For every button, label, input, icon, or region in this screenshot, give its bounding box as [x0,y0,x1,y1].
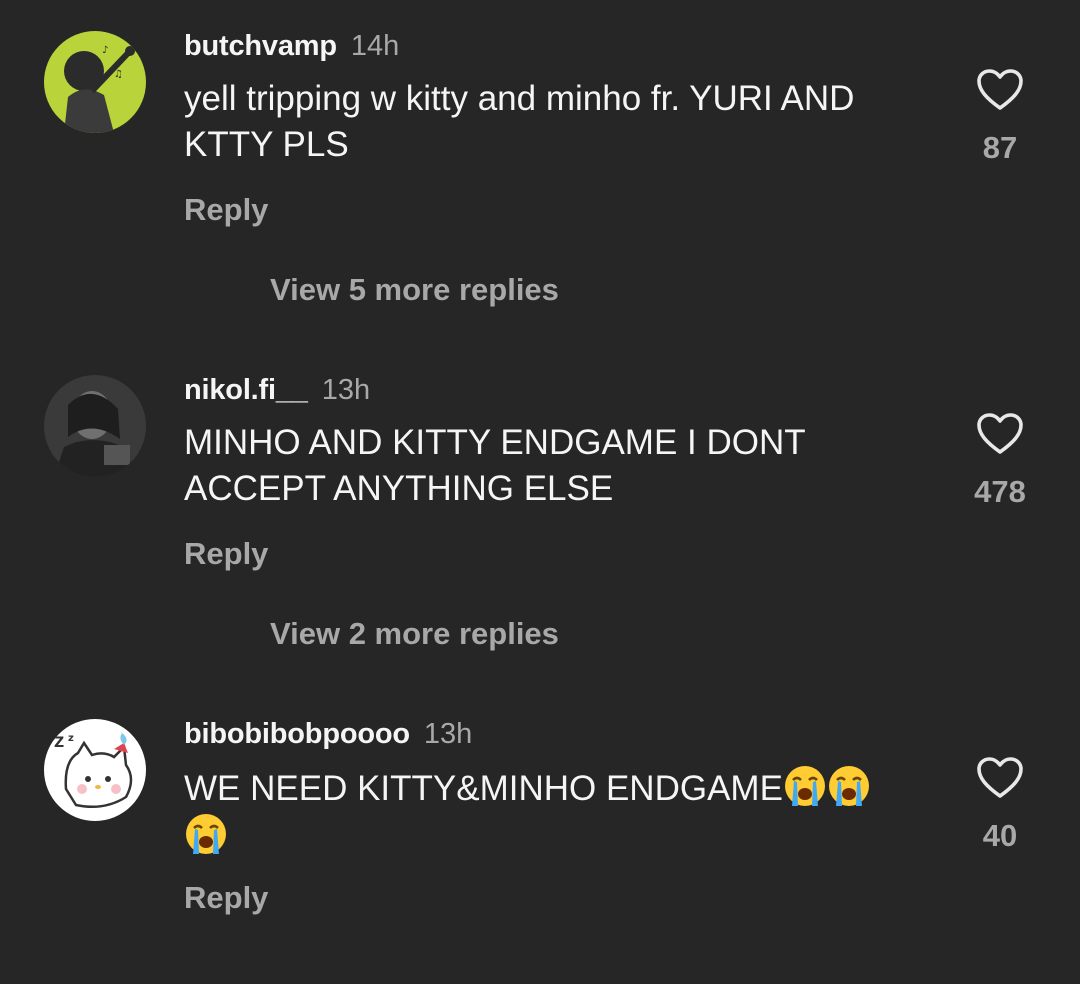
avatar[interactable]: ♪ ♫ [44,31,146,133]
reply-button[interactable]: Reply [184,880,268,916]
comment-text: yell tripping w kitty and minho fr. YURI… [184,79,855,164]
illustrated-avatar-icon: ♪ ♫ [44,31,146,133]
svg-text:z: z [68,733,74,744]
like-button[interactable]: 87 [960,68,1040,166]
like-count: 40 [982,818,1018,853]
username[interactable]: bibobibobpoooo [184,718,410,750]
photo-avatar-icon [44,375,146,477]
comment-header: nikol.fi__ 13h [184,372,370,413]
like-button[interactable]: 40 [960,756,1040,854]
loudly-crying-face-icon [828,766,869,806]
avatar[interactable] [44,375,146,477]
comment-text-body: WE NEED KITTY&MINHO ENDGAME [184,769,783,808]
reply-button[interactable]: Reply [184,192,268,228]
comment-item: Z z bibobibobpoooo 13h WE NEED KITTY&MINH… [0,716,1080,984]
view-more-replies-button[interactable]: View 5 more replies [270,272,559,308]
username[interactable]: nikol.fi__ [184,374,308,406]
comment-item: ♪ ♫ butchvamp 14h yell tripping w kitty a… [0,28,1080,338]
heart-icon[interactable] [976,756,1024,800]
comment-text: WE NEED KITTY&MINHO ENDGAME😭😭😭 [184,764,904,860]
like-button[interactable]: 478 [960,412,1040,510]
loudly-crying-face-icon [186,814,226,854]
timestamp: 14h [350,30,400,62]
like-count: 87 [982,130,1018,165]
avatar[interactable]: Z z [44,719,146,821]
comment-item: nikol.fi__ 13h MINHO AND KITTY ENDGAME I … [0,372,1080,682]
cat-avatar-icon: Z z [44,719,146,821]
comment-header: bibobibobpoooo 13h [184,716,472,757]
loudly-crying-face-icon [784,766,825,806]
comment-text: MINHO AND KITTY ENDGAME I DONT ACCEPT AN… [184,423,805,508]
view-more-replies-button[interactable]: View 2 more replies [270,616,559,652]
heart-icon[interactable] [976,68,1024,112]
svg-text:♫: ♫ [114,69,123,80]
comment-header: butchvamp 14h [184,28,399,69]
username[interactable]: butchvamp [184,30,337,62]
svg-text:♪: ♪ [102,45,108,56]
timestamp: 13h [321,374,371,406]
reply-button[interactable]: Reply [184,536,268,572]
timestamp: 13h [423,718,473,750]
svg-text:Z: Z [54,735,64,751]
heart-icon[interactable] [976,412,1024,456]
like-count: 478 [974,474,1026,509]
